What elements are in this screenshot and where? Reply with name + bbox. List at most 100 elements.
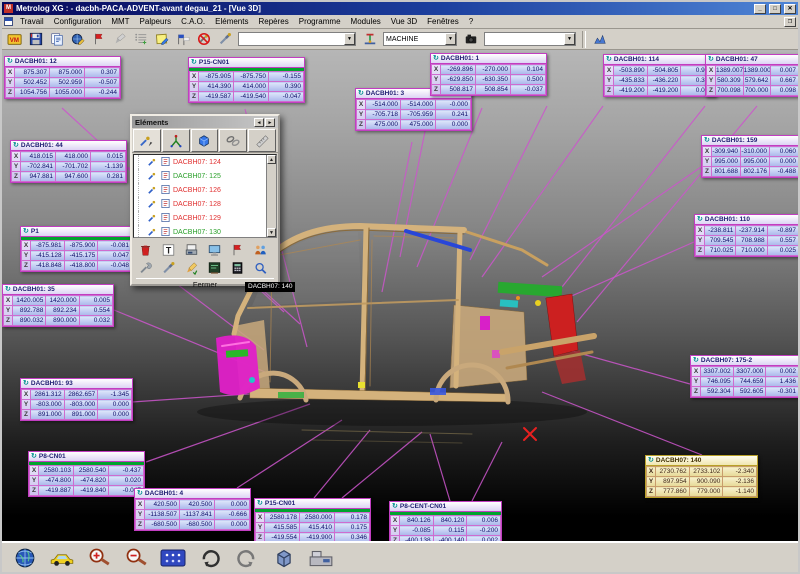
menu-mmt[interactable]: MMT (106, 17, 134, 26)
menu-travail[interactable]: Travail (15, 17, 49, 26)
measure-box-dacbh01-110[interactable]: ↻DACBH01: 110X-238.811-237.914-0.897Y709… (694, 214, 798, 257)
viewport-3d[interactable]: ↻DACBH01: 12X875.307875.0000.307Y502.452… (2, 50, 798, 541)
list-icon[interactable] (131, 31, 150, 48)
feature-list-item[interactable]: DACBH07: 125 (138, 169, 276, 183)
measure-box-dacbh01-44[interactable]: ↻DACBH01: 44X418.015418.0000.015Y-702.84… (10, 140, 127, 183)
palette-tool-flag-icon[interactable] (226, 241, 248, 258)
feature-list-item[interactable]: DACBH07: 129 (138, 211, 276, 225)
scroll-down-button[interactable]: ▼ (267, 228, 276, 237)
measure-box-dacbh01-4[interactable]: ↻DACBH01: 4X420.500420.5000.000Y-1138.50… (134, 488, 251, 531)
globe-icon[interactable] (11, 546, 39, 570)
palette-tool-calc-icon[interactable] (226, 259, 248, 276)
close-button[interactable]: ✕ (784, 4, 796, 14)
palette-tool-search-icon[interactable] (249, 259, 271, 276)
axis-label: X (432, 65, 441, 75)
minimize-button[interactable]: _ (754, 4, 766, 14)
palette-tool-trash-icon[interactable] (134, 241, 156, 258)
measure-box-dacbh01-93[interactable]: ↻DACBH01: 93X2861.3122862.657-1.345Y-803… (20, 378, 133, 421)
machine-combo[interactable]: MACHINE▼ (383, 32, 457, 46)
palette-tool-print-icon[interactable] (180, 241, 202, 258)
feature-list-item[interactable]: DACBH07: 128 (138, 197, 276, 211)
palette-tool-board-icon[interactable] (203, 259, 225, 276)
menu-palpeurs[interactable]: Palpeurs (135, 17, 177, 26)
nominal-value: 947.600 (56, 172, 91, 182)
stats-icon[interactable] (590, 31, 609, 48)
zoom-in-icon[interactable] (85, 546, 113, 570)
scroll-up-button[interactable]: ▲ (267, 155, 276, 164)
palette-tab-construct-tab-icon[interactable] (133, 129, 161, 152)
palette-tool-wrench-icon[interactable] (134, 259, 156, 276)
chevron-down-icon[interactable]: ▼ (564, 33, 575, 45)
chevron-down-icon[interactable]: ▼ (344, 33, 355, 45)
menu-configuration[interactable]: Configuration (49, 17, 107, 26)
menu-el-ments[interactable]: Eléments (210, 17, 253, 26)
measure-box-dacbh07-140[interactable]: ↻DACBH07: 140X2730.7622733.102-2.340Y897… (645, 455, 758, 498)
probe-icon[interactable] (215, 31, 234, 48)
menu-fen-tres[interactable]: Fenêtres (422, 17, 464, 26)
measure-box-dacbh01-114[interactable]: ↻DACBH01: 114X-503.890-504.8050.915Y-435… (603, 54, 716, 97)
palette-tab-tree-tab-icon[interactable] (162, 129, 190, 152)
car-icon[interactable] (48, 546, 76, 570)
cube-icon[interactable] (270, 546, 298, 570)
note-edit-icon[interactable] (152, 31, 171, 48)
menu-c-a-o[interactable]: C.A.O. (176, 17, 210, 26)
palette-tool-edit-icon[interactable] (180, 259, 202, 276)
feature-list-item[interactable]: DACBH07: 124 (138, 155, 276, 169)
menu-programme[interactable]: Programme (294, 17, 346, 26)
palette-tab-measure-tab-icon[interactable] (248, 129, 276, 152)
measure-box-p8-cent-cn01[interactable]: ↻P8-CENT-CN01X840.126840.1200.006Y-0.085… (389, 501, 502, 541)
camera-icon[interactable] (461, 31, 480, 48)
rotate-ccw-icon[interactable] (233, 546, 261, 570)
pens-icon[interactable] (110, 31, 129, 48)
feature-combo[interactable]: ▼ (238, 32, 356, 46)
view-combo[interactable]: ▼ (484, 32, 576, 46)
measure-box-dacbh07-175-2[interactable]: ↻DACBH07: 175-2X3307.0023307.0000.002Y74… (690, 355, 798, 398)
menu-modules[interactable]: Modules (346, 17, 386, 26)
measure-box-p1[interactable]: ↻P1X-875.981-875.900-0.081Y-415.128-415.… (20, 226, 133, 272)
menu-rep-res[interactable]: Repères (253, 17, 293, 26)
palette-tool-group-icon[interactable] (249, 241, 271, 258)
palette-tab-link-tab-icon[interactable] (219, 129, 247, 152)
measure-box-p15-cn01[interactable]: ↻P15-CN01X-875.905-875.750-0.155Y414.390… (188, 57, 305, 103)
report-icon[interactable] (47, 31, 66, 48)
export-icon[interactable] (68, 31, 87, 48)
measure-box-dacbh01-12[interactable]: ↻DACBH01: 12X875.307875.0000.307Y502.452… (4, 56, 121, 99)
measure-box-p8-cn01[interactable]: ↻P8-CN01X2580.1032580.540-0.437Y-474.800… (28, 451, 145, 497)
palette-prev-button[interactable]: ◄ (254, 118, 264, 127)
save-icon[interactable] (26, 31, 45, 48)
machine-icon[interactable] (307, 546, 335, 570)
child-restore-button[interactable]: ❐ (784, 17, 796, 27)
measure-box-dacbh01-159[interactable]: ↻DACBH01: 159X-309.940-310.0000.060Y995.… (701, 135, 798, 178)
measured-value: 475.000 (366, 120, 401, 130)
rotate-cw-icon[interactable] (196, 546, 224, 570)
palette-tool-probe-icon[interactable] (157, 259, 179, 276)
folder-icon[interactable]: VM (5, 31, 24, 48)
cmm-icon[interactable] (360, 31, 379, 48)
palette-next-button[interactable]: ► (265, 118, 275, 127)
flag-icon[interactable] (89, 31, 108, 48)
measure-box-dacbh01-47[interactable]: ↻DACBH01: 47X1389.0071389.0000.007Y580.3… (705, 54, 798, 97)
menu-[interactable]: ? (464, 17, 478, 26)
palette-tab-cao-tab-icon[interactable] (191, 129, 219, 152)
palette-tool-text-icon[interactable]: T (157, 241, 179, 258)
no-probe-icon[interactable] (194, 31, 213, 48)
palette-title-bar[interactable]: Eléments ◄ ► (132, 116, 278, 128)
flags-icon[interactable] (173, 31, 192, 48)
menu-vue-3d[interactable]: Vue 3D (386, 17, 422, 26)
maximize-button[interactable]: □ (769, 4, 781, 14)
app-logo-icon: M (4, 4, 13, 13)
measure-box-dacbh01-1[interactable]: ↻DACBH01: 1X-269.896-270.0000.104Y-629.8… (430, 53, 547, 96)
feature-list-item[interactable]: DACBH07: 130 (138, 225, 276, 238)
chevron-down-icon[interactable]: ▼ (445, 33, 456, 45)
axis-label: Z (707, 86, 716, 96)
axis-label: Z (256, 533, 265, 542)
zoom-out-icon[interactable] (122, 546, 150, 570)
feature-list-scrollbar[interactable]: ▲ ▼ (266, 155, 276, 237)
child-window-icon[interactable] (4, 17, 13, 26)
feature-list-item[interactable]: DACBH07: 126 (138, 183, 276, 197)
measured-value: 801.688 (712, 167, 741, 177)
measure-box-dacbh01-35[interactable]: ↻DACBH01: 35X1420.0051420.0000.005Y892.7… (2, 284, 114, 327)
measure-box-p15-cn01[interactable]: ↻P15-CN01X2580.1782580.0000.178Y415.5854… (254, 498, 371, 541)
palette-tool-pc-icon[interactable] (203, 241, 225, 258)
views-icon[interactable] (159, 546, 187, 570)
